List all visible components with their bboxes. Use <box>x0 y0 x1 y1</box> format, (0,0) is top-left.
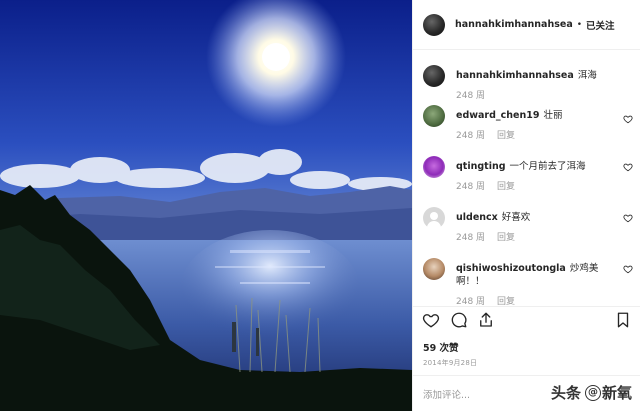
caption-username[interactable]: hannahkimhannahsea <box>456 70 574 81</box>
comment-username[interactable]: edward_chen19 <box>456 110 540 121</box>
lake-landscape-image <box>0 0 412 411</box>
caption-age: 248 周 <box>456 91 486 101</box>
post-photo[interactable] <box>0 0 412 411</box>
watermark-at-badge: @ <box>584 384 601 401</box>
instagram-post: hannahkimhannahsea • 已关注 hannahkimhannah… <box>0 0 640 411</box>
follow-status-button[interactable]: 已关注 <box>586 18 615 32</box>
comment-body: 一个月前去了洱海 <box>509 161 586 172</box>
comment-username[interactable]: qtingting <box>456 161 506 172</box>
comment-avatar[interactable] <box>423 105 445 127</box>
reply-button[interactable]: 回复 <box>497 233 515 243</box>
like-count[interactable]: 59 次赞 <box>423 340 459 354</box>
caption-row: hannahkimhannahsea 洱海 248 周 <box>423 65 635 107</box>
small-heart-icon[interactable] <box>623 114 633 124</box>
comment-text: uldencx 好喜欢 <box>456 211 616 224</box>
small-heart-icon[interactable] <box>623 264 633 274</box>
comment-age: 248 周 <box>456 233 486 243</box>
comment-meta: 248 周 回复 <box>456 179 515 192</box>
comment-meta: 248 周 回复 <box>456 230 515 243</box>
post-date: 2014年9月28日 <box>423 359 478 367</box>
small-heart-icon[interactable] <box>623 162 633 172</box>
small-heart-icon[interactable] <box>623 213 633 223</box>
comment-body: 壮丽 <box>543 110 563 121</box>
caption-text: hannahkimhannahsea 洱海 <box>456 69 616 82</box>
comment-text: edward_chen19 壮丽 <box>456 109 616 122</box>
comment-row: qishiwoshizoutongla 炒鸡美啊！！ 248 周回复 <box>423 258 635 308</box>
watermark-prefix: 头条 <box>550 384 581 402</box>
reply-button[interactable]: 回复 <box>497 182 515 192</box>
comment-avatar[interactable] <box>423 258 445 280</box>
comment-username[interactable]: qishiwoshizoutongla <box>456 263 566 274</box>
author-avatar[interactable] <box>423 13 445 36</box>
comment-text: qishiwoshizoutongla 炒鸡美啊！！ <box>456 262 616 288</box>
header-separator: • <box>576 19 583 30</box>
comment-meta: 248 周 回复 <box>456 128 515 141</box>
caption-body: 洱海 <box>577 70 597 81</box>
share-upload-icon[interactable] <box>477 311 495 329</box>
comment-text: qtingting 一个月前去了洱海 <box>456 160 616 173</box>
post-side-panel: hannahkimhannahsea • 已关注 hannahkimhannah… <box>412 0 640 411</box>
author-username[interactable]: hannahkimhannahsea <box>455 19 573 30</box>
heart-outline-icon[interactable] <box>422 311 440 329</box>
post-header: hannahkimhannahsea • 已关注 <box>413 0 640 50</box>
comment-row: qtingting 一个月前去了洱海 248 周 回复 <box>423 156 635 196</box>
bookmark-icon[interactable] <box>614 311 632 329</box>
comment-row: edward_chen19 壮丽 248 周 回复 <box>423 105 635 145</box>
speech-bubble-icon[interactable] <box>450 311 468 329</box>
caption-meta: 248 周 <box>456 88 485 101</box>
comment-body: 好喜欢 <box>501 212 531 223</box>
comment-avatar[interactable] <box>423 207 445 229</box>
comment-age: 248 周 <box>456 131 486 141</box>
comment-age: 248 周 <box>456 182 486 192</box>
caption-avatar[interactable] <box>423 65 445 87</box>
watermark: 头条 @ 新氧 <box>551 382 632 403</box>
watermark-name: 新氧 <box>601 384 632 402</box>
comment-avatar[interactable] <box>423 156 445 178</box>
comment-row: uldencx 好喜欢 248 周 回复 <box>423 207 635 247</box>
reply-button[interactable]: 回复 <box>497 131 515 141</box>
comment-username[interactable]: uldencx <box>456 212 498 223</box>
